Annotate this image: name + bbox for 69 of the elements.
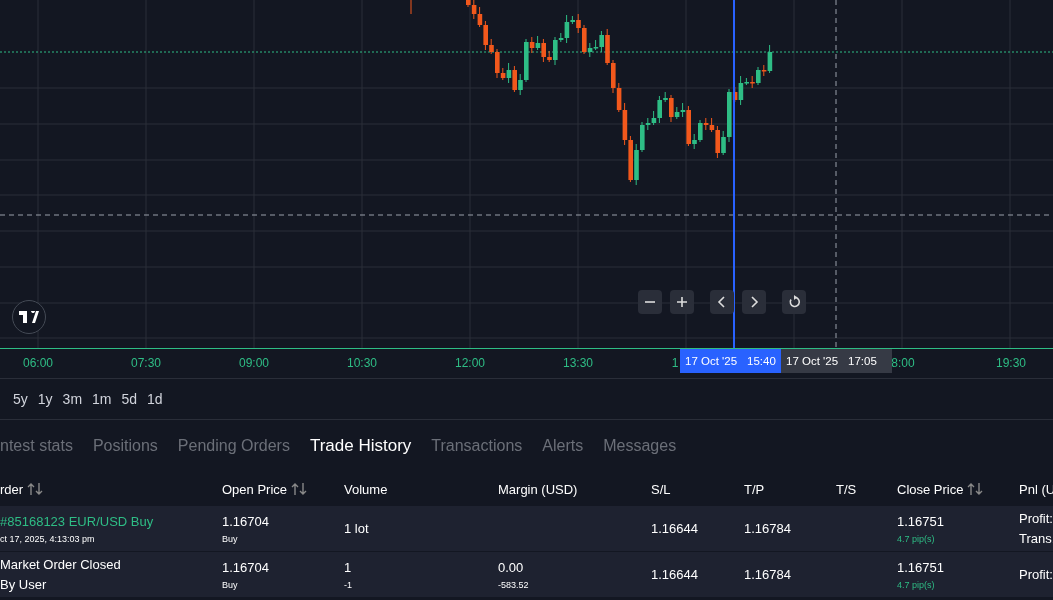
column-header[interactable]: Close Price [897,481,984,497]
zoom-out-button[interactable] [638,290,662,314]
table-cell-detail: Buy [222,579,239,590]
time-axis-label: 06:00 [23,356,53,370]
table-cell-text: 1.16644 [651,567,699,582]
sort-icon[interactable] [967,482,984,496]
table-cell-text: 1.16644 [651,521,699,536]
range-button[interactable]: 1d [144,389,166,409]
tab[interactable]: Trade History [309,436,412,456]
table-cell-detail: By User [0,577,48,592]
cursor-time-label: 17 Oct '25 17:05 [781,349,892,373]
table-cell-text: 0.00 [498,559,525,575]
table-cell-text: 1.16751 [897,559,945,575]
time-axis-label: 09:00 [239,356,269,370]
range-button[interactable]: 3m [59,389,86,409]
scroll-right-button[interactable] [742,290,766,314]
table-cell-text: 1.16751 [897,513,945,529]
tab[interactable]: ntest stats [0,437,73,455]
table-cell-text: Market Order Closed [0,557,122,572]
table-cell-text: 1 lot [344,521,370,536]
chevron-left-icon [716,296,728,308]
tab[interactable]: Messages [603,437,677,455]
time-axis-label: 8:00 [891,356,915,370]
table-cell-text: 1.16784 [744,521,792,536]
column-header[interactable]: T/S [836,481,857,497]
candle-wick [410,0,412,15]
table-cell-detail: -1 [344,579,353,590]
table-cell: Profit: [1019,511,1053,526]
range-button[interactable]: 1m [89,389,115,409]
column-header[interactable]: S/L [651,481,671,497]
sort-icon[interactable] [27,482,44,496]
table-cell: Profit: [1019,567,1053,582]
tab[interactable]: Positions [92,437,158,455]
table-cell-detail: Buy [222,533,239,544]
reset-button[interactable] [782,290,806,314]
reset-icon [787,295,801,309]
tab[interactable]: Alerts [542,437,584,455]
table-cell-detail: 4.7 pip(s) [897,533,936,544]
table-cell-text: 1.16704 [222,559,270,575]
column-header[interactable]: T/P [744,481,765,497]
time-axis-label: 12:00 [455,356,485,370]
table-cell-text: 1.16784 [744,567,792,582]
time-axis-label: 13:30 [563,356,593,370]
range-button[interactable]: 1y [34,389,56,409]
table-cell-detail: -583.52 [498,579,530,590]
column-header[interactable]: rder [0,481,44,497]
time-axis-label: 10:30 [347,356,377,370]
range-button[interactable]: 5d [118,389,141,409]
table-cell-text: 1 [344,559,353,575]
column-header[interactable]: Open Price [222,481,308,497]
tab[interactable]: Pending Orders [177,437,290,455]
column-header[interactable]: Margin (USD) [498,481,578,497]
sort-icon[interactable] [291,482,308,496]
tab[interactable]: Transactions [431,437,523,455]
table-cell-detail: ct 17, 2025, 4:13:03 pm [0,533,96,544]
table-cell-text: 1.16704 [222,513,270,529]
table-cell-detail: 4.7 pip(s) [897,579,936,590]
time-axis-label: 1 [671,356,679,370]
crosshair-time-label: 17 Oct '25 15:40 [680,349,781,373]
zoom-in-button[interactable] [670,290,694,314]
scroll-left-button[interactable] [710,290,734,314]
order-link[interactable]: #85168123 EUR/USD Buy [0,513,222,529]
range-button[interactable]: 5y [10,389,31,409]
chevron-right-icon [748,296,760,308]
logo-icon[interactable] [12,300,46,334]
plus-icon [676,296,688,308]
time-axis-label: 19:30 [996,356,1026,370]
time-axis-label: 07:30 [131,356,161,370]
column-header[interactable]: Volume [344,481,388,497]
